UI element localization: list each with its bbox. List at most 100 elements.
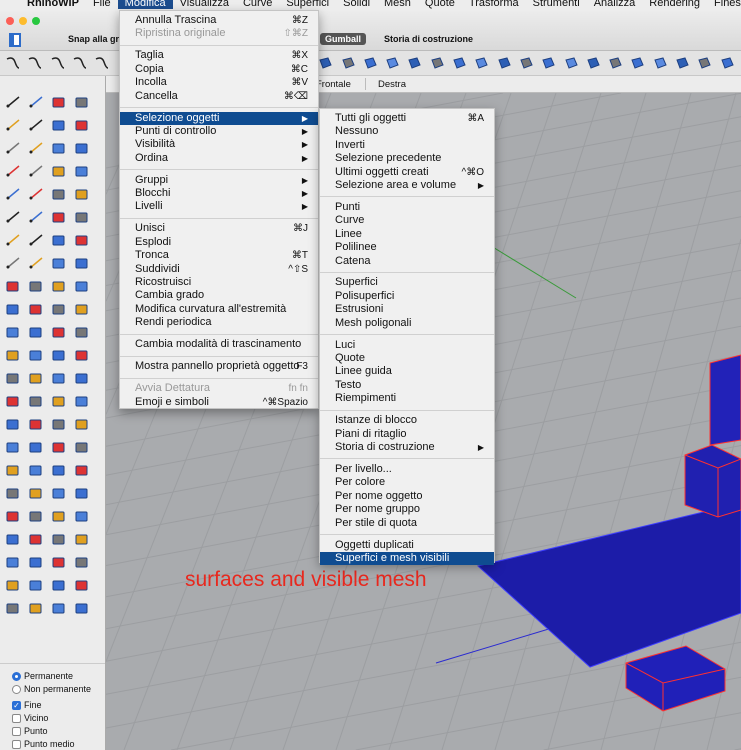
osnap-end-checkbox[interactable]: ✓ Fine [12,700,42,710]
toolbar-tool-icon[interactable] [473,56,489,70]
sidebar-tool-icon[interactable] [74,463,90,477]
menu-trasforma[interactable]: Trasforma [462,0,526,9]
sidebar-tool-icon[interactable] [5,164,21,178]
sidebar-tool-icon[interactable] [74,233,90,247]
menu-item[interactable]: Gruppi ▶ [120,174,318,187]
menu-item[interactable]: Cancella ⌘⌫ [120,90,318,103]
sidebar-tool-icon[interactable] [74,486,90,500]
tab-right[interactable]: Destra [378,79,406,90]
menu-file[interactable]: File [86,0,118,9]
sidebar-tool-icon[interactable] [28,279,44,293]
sidebar-tool-icon[interactable] [5,601,21,615]
menu-item[interactable]: Polisuperfici [320,290,494,303]
sidebar-tool-icon[interactable] [74,95,90,109]
sidebar-tool-icon[interactable] [5,210,21,224]
box-object[interactable] [709,354,741,446]
osnap-permanent-radio[interactable]: Permanente [12,671,73,681]
menu-item[interactable]: Annulla Trascina ⌘Z [120,14,318,27]
menu-mesh[interactable]: Mesh [377,0,418,9]
menu-item[interactable]: Suddividi ^⇧S [120,263,318,276]
sidebar-tool-icon[interactable] [28,417,44,431]
zoom-window-button[interactable] [32,17,40,25]
sidebar-tool-icon[interactable] [28,348,44,362]
sidebar-tool-icon[interactable] [51,417,67,431]
menu-item[interactable]: Linee guida [320,365,494,378]
sidebar-tool-icon[interactable] [28,371,44,385]
menu-item[interactable]: Per livello... [320,463,494,476]
sidebar-tool-icon[interactable] [5,279,21,293]
sidebar-tool-icon[interactable] [51,233,67,247]
sidebar-tool-icon[interactable] [51,509,67,523]
toolbar-tool-icon[interactable] [429,56,445,70]
gumball-toggle[interactable]: Gumball [320,33,367,45]
sidebar-tool-icon[interactable] [28,302,44,316]
toolbar-tool-icon[interactable] [518,56,534,70]
sidebar-tool-icon[interactable] [28,394,44,408]
menu-item[interactable]: Catena [320,255,494,268]
tab-front[interactable]: Frontale [316,79,351,90]
sidebar-tool-icon[interactable] [51,532,67,546]
osnap-near-checkbox[interactable]: Vicino [12,713,48,723]
box-object[interactable] [625,645,726,712]
toolbar-tool-icon[interactable] [72,56,88,70]
sidebar-tool-icon[interactable] [74,256,90,270]
menu-modifica[interactable]: Modifica [117,0,173,9]
menu-superfici[interactable]: Superfici [279,0,336,9]
toolbar-tool-icon[interactable] [496,56,512,70]
toolbar-tool-icon[interactable] [50,56,66,70]
menu-item[interactable]: Quote [320,352,494,365]
sidebar-tool-icon[interactable] [5,555,21,569]
menu-item[interactable]: Tutti gli oggetti ⌘A [320,112,494,125]
sidebar-tool-icon[interactable] [74,555,90,569]
menu-item[interactable]: Emoji e simboli ^⌘Spazio [120,396,318,409]
sidebar-tool-icon[interactable] [28,578,44,592]
toolbar-tool-icon[interactable] [719,56,735,70]
menu-finestra[interactable]: Finestra [707,0,741,9]
sidebar-tool-icon[interactable] [28,233,44,247]
sidebar-tool-icon[interactable] [74,394,90,408]
sidebar-tool-icon[interactable] [28,601,44,615]
sidebar-tool-icon[interactable] [5,348,21,362]
toolbar-tool-icon[interactable] [94,56,110,70]
menu-item[interactable]: Selezione precedente [320,152,494,165]
minimize-window-button[interactable] [19,17,27,25]
box-object[interactable] [684,444,741,518]
sidebar-tool-icon[interactable] [51,325,67,339]
sidebar-tool-icon[interactable] [5,440,21,454]
menu-item[interactable]: Testo [320,379,494,392]
sidebar-tool-icon[interactable] [74,187,90,201]
sidebar-tool-icon[interactable] [28,463,44,477]
sidebar-tool-icon[interactable] [28,164,44,178]
toolbar-tool-icon[interactable] [27,56,43,70]
sidebar-tool-icon[interactable] [51,601,67,615]
sidebar-tool-icon[interactable] [51,371,67,385]
menu-item[interactable]: Esplodi [120,236,318,249]
menu-item[interactable]: Estrusioni [320,303,494,316]
sidebar-tool-icon[interactable] [5,187,21,201]
sidebar-tool-icon[interactable] [28,486,44,500]
menu-strumenti[interactable]: Strumenti [526,0,587,9]
menu-item[interactable]: Incolla ⌘V [120,76,318,89]
sidebar-tool-icon[interactable] [5,95,21,109]
sidebar-tool-icon[interactable] [28,95,44,109]
menu-curve[interactable]: Curve [236,0,279,9]
menu-item[interactable]: Per nome gruppo [320,503,494,516]
sidebar-tool-icon[interactable] [74,348,90,362]
sidebar-tool-icon[interactable] [5,371,21,385]
menu-item[interactable]: Polilinee [320,241,494,254]
sidebar-tool-icon[interactable] [51,463,67,477]
toolbar-tool-icon[interactable] [696,56,712,70]
sidebar-tool-icon[interactable] [5,394,21,408]
menu-item[interactable]: Rendi periodica [120,316,318,329]
sidebar-tool-icon[interactable] [51,256,67,270]
sidebar-tool-icon[interactable] [28,509,44,523]
menu-item[interactable]: Taglia ⌘X [120,49,318,62]
menu-item[interactable]: Ricostruisci [120,276,318,289]
menu-item[interactable]: Ripristina originale ⇧⌘Z [120,27,318,40]
menu-item[interactable]: Per stile di quota [320,517,494,530]
sidebar-tool-icon[interactable] [28,210,44,224]
menu-visualizza[interactable]: Visualizza [173,0,236,9]
toolbar-tool-icon[interactable] [652,56,668,70]
sidebar-tool-icon[interactable] [74,210,90,224]
menu-item[interactable]: Ordina ▶ [120,152,318,165]
